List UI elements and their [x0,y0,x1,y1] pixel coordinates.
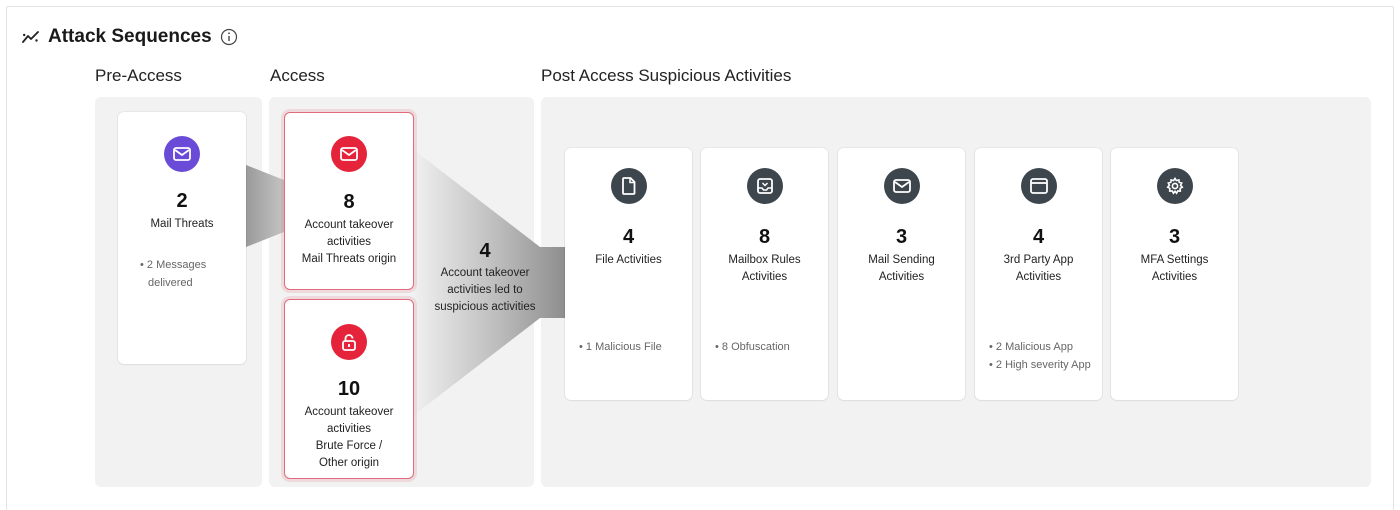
flow-count: 4 [479,240,491,262]
unlock-icon [331,324,367,360]
mailbox-rules-label-1: Mailbox Rules [728,254,801,266]
account-takeover-mail-label-2: activities [326,236,372,248]
mfa-settings-label-1: MFA Settings [1140,254,1209,266]
account-takeover-bruteforce-label-1: Account takeover [304,406,394,418]
mfa-settings-label-2: Activities [1151,271,1198,283]
mail-threats-detail-1: • 2 Messages [140,259,207,271]
mailbox-rules-card[interactable]: 8 Mailbox Rules Activities • 8 Obfuscati… [701,148,828,400]
mfa-settings-card[interactable]: 3 MFA Settings Activities [1111,148,1238,400]
mail-icon [883,168,920,204]
file-icon [610,168,647,204]
mail-sending-count: 3 [895,226,908,248]
account-takeover-bruteforce-label-4: Other origin [318,457,380,469]
third-party-app-card[interactable]: 4 3rd Party App Activities • 2 Malicious… [975,148,1102,400]
mailbox-icon [746,168,783,204]
file-activities-detail-1: • 1 Malicious File [579,341,662,353]
mailbox-rules-detail-1: • 8 Obfuscation [715,341,790,353]
third-party-app-detail-2: • 2 High severity App [989,359,1091,371]
third-party-app-detail-1: • 2 Malicious App [989,341,1073,353]
account-takeover-mail-label-3: Mail Threats origin [301,253,397,265]
mail-icon [164,136,200,172]
gear-icon [1156,168,1193,204]
third-party-app-label-2: Activities [1015,271,1062,283]
flow-label-line-1: Account takeover [440,267,530,279]
account-takeover-mail-count: 8 [343,191,355,213]
third-party-app-count: 4 [1032,226,1045,248]
mailbox-rules-label-2: Activities [741,271,788,283]
account-takeover-bruteforce-card[interactable]: 10 Account takeover activities Brute For… [284,299,414,479]
mail-threats-count: 2 [176,190,188,212]
mailbox-rules-count: 8 [758,226,771,248]
mail-threats-label: Mail Threats [150,218,214,230]
mail-threats-card[interactable]: 2 Mail Threats • 2 Messages delivered [118,112,246,364]
pre-to-access-connector [246,165,284,247]
file-activities-label: File Activities [595,254,662,266]
account-takeover-mail-card[interactable]: 8 Account takeover activities Mail Threa… [284,112,414,290]
flow-label: Account takeover activities led to suspi… [423,265,547,316]
mail-threats-detail-2: delivered [148,277,193,289]
account-takeover-bruteforce-label-3: Brute Force / [315,440,383,452]
flow-label-line-2: activities led to [447,284,523,296]
file-activities-card[interactable]: 4 File Activities • 1 Malicious File [565,148,692,400]
account-takeover-mail-label-1: Account takeover [304,219,394,231]
mfa-settings-count: 3 [1168,226,1181,248]
mail-icon [331,136,367,172]
flow-label-line-3: suspicious activities [434,301,536,313]
file-activities-count: 4 [622,226,635,248]
account-takeover-bruteforce-label-2: activities [326,423,372,435]
third-party-app-label-1: 3rd Party App [1003,254,1074,266]
mail-sending-card[interactable]: 3 Mail Sending Activities [838,148,965,400]
app-window-icon [1020,168,1057,204]
mail-sending-label-1: Mail Sending [868,254,935,266]
mail-sending-label-2: Activities [878,271,925,283]
account-takeover-bruteforce-count: 10 [337,378,361,400]
